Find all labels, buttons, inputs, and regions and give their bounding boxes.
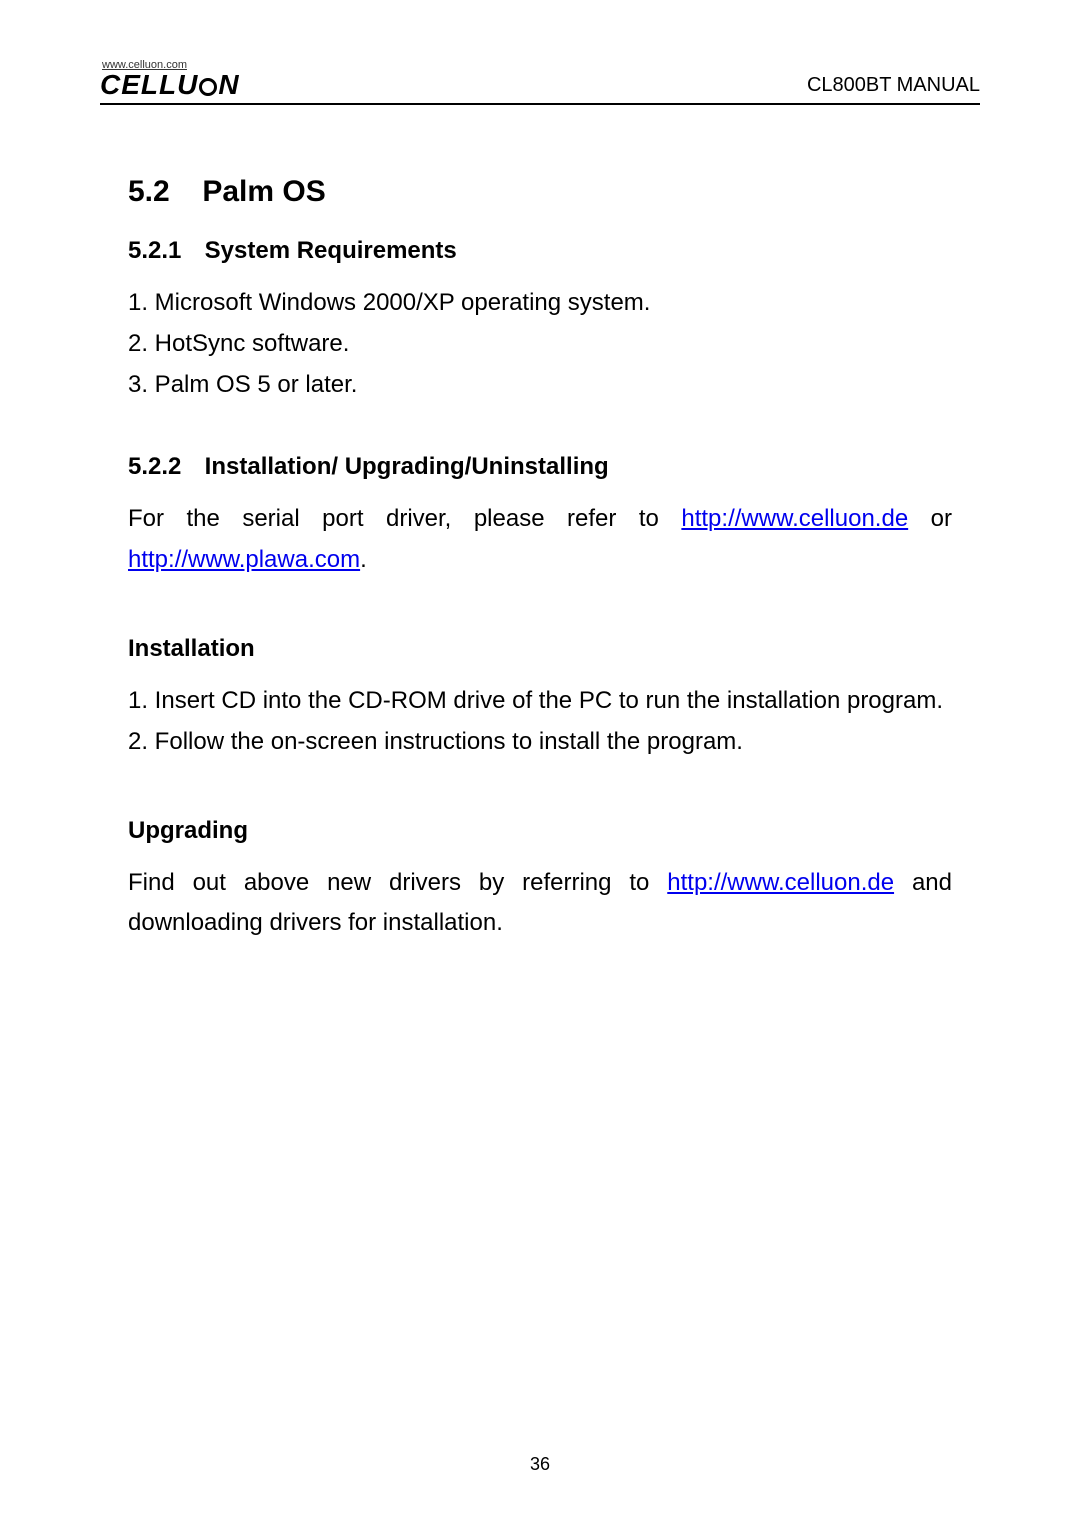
subsection-5-2-2: 5.2.2 Installation/ Upgrading/Uninstalli… (128, 453, 952, 581)
text-fragment: . (360, 546, 367, 573)
section-title: Palm OS (202, 175, 325, 208)
list-item: 2. HotSync software. (128, 324, 952, 365)
installation-list: 1. Insert CD into the CD-ROM drive of th… (128, 681, 952, 763)
section-heading: 5.2 Palm OS (128, 175, 952, 209)
page-header: www.celluon.com CELLU N CL800BT MANUAL (100, 60, 980, 105)
logo-part2: N (218, 71, 239, 99)
upgrading-block: Upgrading Find out above new drivers by … (128, 817, 952, 945)
installation-heading: Installation (128, 635, 952, 663)
link-celluon-de[interactable]: http://www.celluon.de (667, 869, 894, 896)
upgrading-heading: Upgrading (128, 817, 952, 845)
list-item: 2. Follow the on-screen instructions to … (128, 722, 952, 763)
driver-paragraph: For the serial port driver, please refer… (128, 499, 952, 581)
text-fragment: Find out above new drivers by referring … (128, 869, 667, 896)
content-area: 5.2 Palm OS 5.2.1 System Requirements 1.… (100, 175, 980, 944)
link-plawa-com[interactable]: http://www.plawa.com (128, 546, 360, 573)
installation-block: Installation 1. Insert CD into the CD-RO… (128, 635, 952, 763)
subsection-heading: 5.2.1 System Requirements (128, 237, 952, 265)
list-item: 3. Palm OS 5 or later. (128, 365, 952, 406)
subsection-heading: 5.2.2 Installation/ Upgrading/Uninstalli… (128, 453, 952, 481)
logo-block: www.celluon.com CELLU N (100, 60, 240, 99)
subsection-5-2-1: 5.2.1 System Requirements 1. Microsoft W… (128, 237, 952, 405)
page-container: www.celluon.com CELLU N CL800BT MANUAL 5… (0, 0, 1080, 984)
subsection-title: Installation/ Upgrading/Uninstalling (205, 453, 609, 480)
requirements-list: 1. Microsoft Windows 2000/XP operating s… (128, 283, 952, 405)
section-number: 5.2 (128, 175, 194, 209)
subsection-number: 5.2.2 (128, 453, 198, 481)
list-item: 1. Microsoft Windows 2000/XP operating s… (128, 283, 952, 324)
link-celluon-de[interactable]: http://www.celluon.de (681, 505, 908, 532)
upgrading-paragraph: Find out above new drivers by referring … (128, 863, 952, 945)
subsection-number: 5.2.1 (128, 237, 198, 265)
text-fragment: For the serial port driver, please refer… (128, 505, 681, 532)
text-fragment: or (908, 505, 952, 532)
logo-text: CELLU N (100, 71, 240, 99)
logo-ring-icon (199, 78, 217, 96)
subsection-title: System Requirements (205, 237, 457, 264)
list-item: 1. Insert CD into the CD-ROM drive of th… (128, 681, 952, 722)
document-title: CL800BT MANUAL (807, 74, 980, 99)
logo-part1: CELLU (100, 71, 198, 99)
page-number: 36 (0, 1454, 1080, 1475)
